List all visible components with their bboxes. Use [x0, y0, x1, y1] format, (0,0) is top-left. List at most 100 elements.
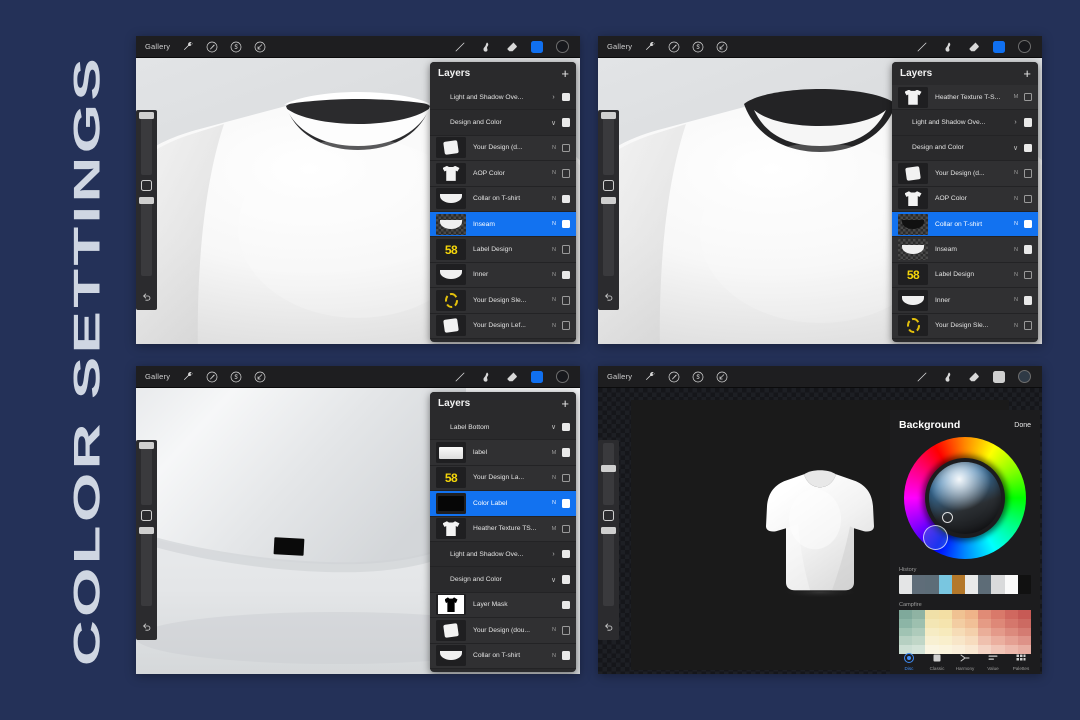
selection-s-icon[interactable]	[229, 370, 242, 383]
layer-blend-mode[interactable]: N	[550, 653, 559, 659]
layer-visibility-checkbox[interactable]	[562, 575, 571, 584]
layer-visibility-checkbox[interactable]	[562, 321, 571, 330]
layer-blend-mode[interactable]: M	[1012, 94, 1021, 100]
smudge-icon[interactable]	[479, 40, 492, 53]
color-swatch-icon[interactable]	[1018, 370, 1031, 383]
smudge-icon[interactable]	[479, 370, 492, 383]
brush-size-slider[interactable]	[141, 443, 152, 505]
picker-tab-value[interactable]: Value	[980, 651, 1006, 671]
opacity-slider[interactable]	[141, 528, 152, 606]
picker-tab-classic[interactable]: Classic	[924, 651, 950, 671]
layer-blend-mode[interactable]: M	[550, 526, 559, 532]
layer-thumbnail[interactable]	[436, 163, 466, 184]
layer-thumbnail[interactable]	[436, 442, 466, 463]
color-picker-tabs[interactable]: Disc Classic Harmony Value Palettes	[890, 651, 1040, 671]
palette-swatch[interactable]	[912, 636, 925, 645]
palette-swatch[interactable]	[978, 619, 991, 628]
brush-icon[interactable]	[915, 40, 928, 53]
eraser-icon[interactable]	[967, 370, 980, 383]
layer-row[interactable]: Layer Mask	[430, 593, 576, 618]
opacity-slider[interactable]	[603, 528, 614, 606]
palette-swatch[interactable]	[978, 628, 991, 637]
layers-icon[interactable]	[993, 41, 1005, 53]
layer-row[interactable]: Light and Shadow Ove... ›	[892, 110, 1038, 135]
undo-button[interactable]	[604, 621, 614, 631]
picker-tab-harmony[interactable]: Harmony	[952, 651, 978, 671]
layer-blend-mode[interactable]: N	[550, 297, 559, 303]
opacity-slider[interactable]	[141, 198, 152, 276]
layer-row[interactable]: Your Design Lef... N	[430, 314, 576, 339]
layer-visibility-checkbox[interactable]	[562, 423, 571, 432]
history-swatch[interactable]	[952, 575, 965, 594]
layer-visibility-checkbox[interactable]	[562, 245, 571, 254]
layer-row[interactable]: Light and Shadow Ove... ›	[430, 85, 576, 110]
layer-visibility-checkbox[interactable]	[1024, 245, 1033, 254]
layer-blend-mode[interactable]: N	[550, 221, 559, 227]
palette-swatch[interactable]	[991, 619, 1004, 628]
layer-blend-mode[interactable]: N	[1012, 247, 1021, 253]
layer-row[interactable]: Your Design (dou... N	[430, 618, 576, 643]
layer-row[interactable]: Design and Color ∨	[430, 110, 576, 135]
history-swatch[interactable]	[965, 575, 978, 594]
layers-icon[interactable]	[531, 41, 543, 53]
layer-visibility-checkbox[interactable]	[562, 474, 571, 483]
palette-swatch[interactable]	[952, 610, 965, 619]
layer-list[interactable]: Heather Texture T-S... M Light and Shado…	[892, 85, 1038, 342]
palette-swatch[interactable]	[952, 628, 965, 637]
history-swatch[interactable]	[912, 575, 925, 594]
layer-visibility-checkbox[interactable]	[1024, 271, 1033, 280]
layer-visibility-checkbox[interactable]	[562, 626, 571, 635]
brush-icon[interactable]	[453, 40, 466, 53]
palette-swatch[interactable]	[1005, 636, 1018, 645]
layer-thumbnail[interactable]	[898, 214, 928, 235]
saturation-selector[interactable]	[942, 512, 953, 523]
palette-swatch[interactable]	[1005, 628, 1018, 637]
layer-row[interactable]: Inseam N	[892, 237, 1038, 262]
layers-icon[interactable]	[531, 371, 543, 383]
layer-blend-mode[interactable]: N	[1012, 297, 1021, 303]
layer-list[interactable]: Label Bottom ∨ label M 58 Your Design La…	[430, 415, 576, 672]
layer-thumbnail[interactable]	[436, 493, 466, 514]
layer-thumbnail[interactable]	[898, 315, 928, 336]
layer-row[interactable]: Collar on T-shirt N	[892, 212, 1038, 237]
history-swatches[interactable]	[899, 575, 1031, 594]
layer-row[interactable]: Inseam N	[430, 212, 576, 237]
palette-swatch[interactable]	[939, 619, 952, 628]
layer-visibility-checkbox[interactable]	[562, 169, 571, 178]
transform-arrow-icon[interactable]	[253, 370, 266, 383]
layer-expand-chevron-icon[interactable]: ∨	[549, 576, 559, 584]
layer-visibility-checkbox[interactable]	[1024, 296, 1033, 305]
layer-row[interactable]: Collar on T-shirt N	[430, 644, 576, 669]
picker-tab-palettes[interactable]: Palettes	[1008, 651, 1034, 671]
color-swatch-icon[interactable]	[556, 370, 569, 383]
transform-arrow-icon[interactable]	[253, 40, 266, 53]
layer-visibility-checkbox[interactable]	[562, 550, 571, 559]
layer-visibility-checkbox[interactable]	[1024, 321, 1033, 330]
color-swatch-icon[interactable]	[556, 40, 569, 53]
wrench-icon[interactable]	[181, 370, 194, 383]
layer-thumbnail[interactable]	[436, 214, 466, 235]
palette-swatch[interactable]	[952, 636, 965, 645]
layer-thumbnail[interactable]: 58	[436, 467, 466, 488]
layer-blend-mode[interactable]: N	[550, 627, 559, 633]
layer-thumbnail[interactable]	[898, 239, 928, 260]
add-layer-button[interactable]: +	[561, 397, 569, 410]
layer-row[interactable]: AOP Color N	[892, 187, 1038, 212]
layer-row[interactable]: Color Label N	[430, 491, 576, 516]
eraser-icon[interactable]	[505, 370, 518, 383]
layer-row[interactable]: 58 Label Design N	[892, 263, 1038, 288]
modify-button[interactable]	[603, 510, 614, 521]
layer-visibility-checkbox[interactable]	[562, 144, 571, 153]
palette-swatch[interactable]	[899, 636, 912, 645]
palette-swatch[interactable]	[939, 610, 952, 619]
palette-swatch[interactable]	[899, 610, 912, 619]
layer-blend-mode[interactable]: N	[550, 170, 559, 176]
layer-visibility-checkbox[interactable]	[1024, 93, 1033, 102]
palette-swatch[interactable]	[1005, 610, 1018, 619]
layer-visibility-checkbox[interactable]	[562, 499, 571, 508]
wrench-icon[interactable]	[181, 40, 194, 53]
layer-row[interactable]: 58 Your Design La... N	[430, 466, 576, 491]
palette-swatch[interactable]	[925, 628, 938, 637]
palette-swatch[interactable]	[912, 619, 925, 628]
layer-visibility-checkbox[interactable]	[1024, 195, 1033, 204]
